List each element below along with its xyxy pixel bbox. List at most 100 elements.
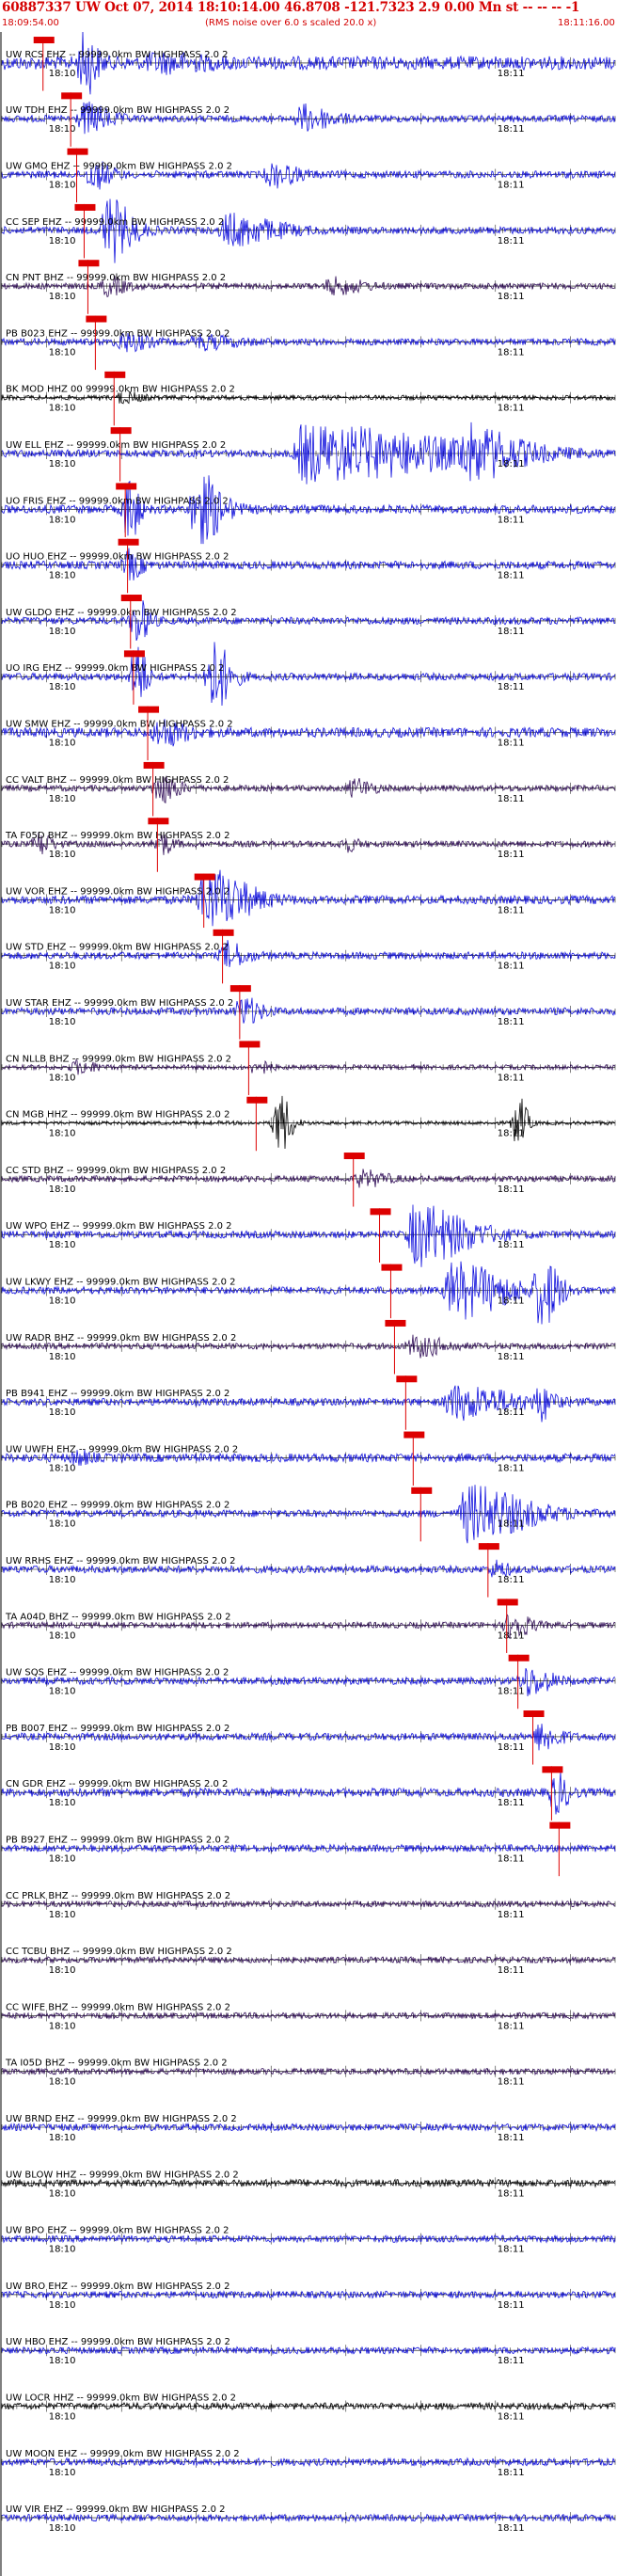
trace-21: CC STD BHZ -- 99999.0km BW HIGHPASS 2.0 …	[1, 1153, 616, 1207]
station-label: UO HUO EHZ -- 99999.0km BW HIGHPASS 2.0 …	[6, 552, 229, 563]
trace-27: PB B020 EHZ -- 99999.0km BW HIGHPASS 2.0…	[1, 1485, 616, 1544]
minute-label: 18:11	[498, 1185, 525, 1195]
station-label: PB B941 EHZ -- 99999.0km BW HIGHPASS 2.0…	[6, 1389, 229, 1399]
minute-label: 18:10	[49, 1687, 76, 1697]
trace-38: UW BRND EHZ -- 99999.0km BW HIGHPASS 2.0…	[1, 2114, 616, 2143]
trace-12: UO IRG EHZ -- 99999.0km BW HIGHPASS 2.0 …	[1, 642, 616, 707]
minute-label: 18:10	[49, 69, 76, 79]
minute-label: 18:10	[49, 2356, 76, 2366]
station-label: UW BLOW HHZ -- 99999.0km BW HIGHPASS 2.0…	[6, 2170, 239, 2180]
minute-label: 18:10	[49, 1742, 76, 1753]
station-label: UW WPO EHZ -- 99999.0km BW HIGHPASS 2.0 …	[6, 1221, 232, 1232]
pick-marker	[74, 203, 96, 211]
station-label: UW SMW EHZ -- 99999.0km BW HIGHPASS 2.0 …	[6, 720, 233, 730]
station-label: UW ELL EHZ -- 99999.0km BW HIGHPASS 2.0 …	[6, 440, 226, 451]
trace-31: PB B007 EHZ -- 99999.0km BW HIGHPASS 2.0…	[1, 1710, 616, 1765]
minute-label: 18:11	[498, 2188, 525, 2199]
minute-label: 18:10	[49, 1519, 76, 1530]
minute-label: 18:10	[49, 1798, 76, 1808]
station-label: CC TCBU BHZ -- 99999.0km BW HIGHPASS 2.0…	[6, 1947, 232, 1957]
trace-4: CC SEP EHZ -- 99999.0km BW HIGHPASS 2.0 …	[1, 199, 616, 263]
station-label: UO FRIS EHZ -- 99999.0km BW HIGHPASS 2.0…	[6, 496, 229, 506]
trace-30: UW SQS EHZ -- 99999.0km BW HIGHPASS 2.0 …	[1, 1654, 616, 1709]
pick-marker	[104, 371, 126, 378]
trace-7: BK MOD HHZ 00 99999.0km BW HIGHPASS 2.0 …	[1, 371, 616, 426]
trace-10: UO HUO EHZ -- 99999.0km BW HIGHPASS 2.0 …	[1, 538, 616, 594]
minute-label: 18:11	[498, 1910, 525, 1920]
minute-label: 18:10	[49, 181, 76, 191]
station-label: UW STAR EHZ -- 99999.0km BW HIGHPASS 2.0…	[6, 998, 233, 1009]
trace-29: TA A04D BHZ -- 99999.0km BW HIGHPASS 2.0…	[1, 1598, 616, 1653]
minute-label: 18:11	[498, 1017, 525, 1027]
pick-marker	[497, 1598, 518, 1606]
minute-label: 18:10	[49, 1017, 76, 1027]
minute-label: 18:10	[49, 905, 76, 915]
minute-label: 18:10	[49, 627, 76, 637]
pick-marker	[118, 538, 139, 546]
station-label: CC WIFE BHZ -- 99999.0km BW HIGHPASS 2.0…	[6, 2002, 230, 2012]
trace-2: UW TDH EHZ -- 99999.0km BW HIGHPASS 2.0 …	[1, 92, 616, 147]
station-label: PB B927 EHZ -- 99999.0km BW HIGHPASS 2.0…	[6, 1836, 229, 1846]
pick-marker	[116, 483, 137, 490]
pick-marker	[370, 1208, 391, 1216]
pick-marker	[123, 650, 145, 658]
minute-label: 18:11	[498, 739, 525, 749]
minute-label: 18:10	[49, 794, 76, 804]
minute-label: 18:11	[498, 1129, 525, 1139]
station-label: PB B020 EHZ -- 99999.0km BW HIGHPASS 2.0…	[6, 1501, 229, 1511]
station-label: CN MGB HHZ -- 99999.0km BW HIGHPASS 2.0 …	[6, 1110, 229, 1121]
minute-label: 18:11	[498, 962, 525, 972]
station-label: TA F05D BHZ -- 99999.0km BW HIGHPASS 2.0…	[5, 831, 229, 841]
station-label: UW RCS EHZ -- 99999.0km BW HIGHPASS 2.0 …	[6, 50, 229, 60]
station-label: UW LKWY EHZ -- 99999.0km BW HIGHPASS 2.0…	[6, 1278, 236, 1288]
minute-label: 18:11	[498, 1407, 525, 1418]
minute-label: 18:11	[498, 905, 525, 915]
station-label: UW RADR BHZ -- 99999.0km BW HIGHPASS 2.0…	[6, 1333, 236, 1344]
minute-label: 18:11	[498, 515, 525, 525]
trace-5: CN PNT BHZ -- 99999.0km BW HIGHPASS 2.0 …	[1, 260, 616, 314]
pick-marker	[478, 1543, 499, 1550]
minute-label: 18:11	[498, 347, 525, 358]
trace-11: UW GLDO EHZ -- 99999.0km BW HIGHPASS 2.0…	[1, 595, 616, 649]
trace-44: UW MOON EHZ -- 99999.0km BW HIGHPASS 2.0…	[1, 2449, 616, 2478]
pick-marker	[542, 1766, 563, 1773]
trace-1: UW RCS EHZ -- 99999.0km BW HIGHPASS 2.0 …	[1, 32, 616, 95]
pick-marker	[143, 761, 165, 769]
station-label: UW BPO EHZ -- 99999.0km BW HIGHPASS 2.0 …	[6, 2226, 229, 2236]
minute-label: 18:10	[49, 1854, 76, 1865]
pick-marker	[411, 1487, 433, 1494]
trace-42: UW HBO EHZ -- 99999.0km BW HIGHPASS 2.0 …	[1, 2337, 616, 2366]
minute-label: 18:10	[49, 2188, 76, 2199]
pick-marker	[403, 1431, 425, 1439]
trace-3: UW GMO EHZ -- 99999.0km BW HIGHPASS 2.0 …	[1, 148, 616, 203]
pick-marker	[549, 1821, 571, 1829]
station-label: CC STD BHZ -- 99999.0km BW HIGHPASS 2.0 …	[6, 1166, 226, 1176]
start-time-label: 18:09:54.00	[2, 18, 59, 28]
trace-8: UW ELL EHZ -- 99999.0km BW HIGHPASS 2.0 …	[1, 421, 616, 485]
pick-marker	[86, 315, 107, 323]
minute-label: 18:10	[49, 1910, 76, 1920]
trace-13: UW SMW EHZ -- 99999.0km BW HIGHPASS 2.0 …	[1, 706, 616, 761]
station-label: BK MOD HHZ 00 99999.0km BW HIGHPASS 2.0 …	[6, 385, 235, 395]
minute-label: 18:10	[49, 1352, 76, 1362]
trace-6: PB B023 EHZ -- 99999.0km BW HIGHPASS 2.0…	[1, 315, 616, 371]
pick-marker	[120, 595, 142, 602]
minute-label: 18:10	[49, 1296, 76, 1307]
minute-label: 18:11	[498, 2468, 525, 2478]
trace-45: UW VIR EHZ -- 99999.0km BW HIGHPASS 2.0 …	[1, 2504, 616, 2534]
station-label: UW GMO EHZ -- 99999.0km BW HIGHPASS 2.0 …	[6, 162, 232, 172]
station-label: UW MOON EHZ -- 99999.0km BW HIGHPASS 2.0…	[6, 2449, 240, 2459]
trace-22: UW WPO EHZ -- 99999.0km BW HIGHPASS 2.0 …	[1, 1204, 616, 1267]
minute-label: 18:11	[498, 1352, 525, 1362]
minute-label: 18:11	[498, 2356, 525, 2366]
trace-35: CC TCBU BHZ -- 99999.0km BW HIGHPASS 2.0…	[1, 1947, 616, 1976]
station-label: TA I05D BHZ -- 99999.0km BW HIGHPASS 2.0…	[5, 2059, 228, 2069]
station-label: UW LOCR HHZ -- 99999.0km BW HIGHPASS 2.0…	[6, 2393, 236, 2404]
minute-label: 18:10	[49, 1073, 76, 1083]
pick-marker	[381, 1264, 403, 1271]
minute-label: 18:10	[49, 2021, 76, 2031]
trace-23: UW LKWY EHZ -- 99999.0km BW HIGHPASS 2.0…	[1, 1261, 616, 1325]
pick-marker	[246, 1096, 268, 1104]
minute-label: 18:11	[498, 1798, 525, 1808]
minute-label: 18:10	[49, 347, 76, 358]
